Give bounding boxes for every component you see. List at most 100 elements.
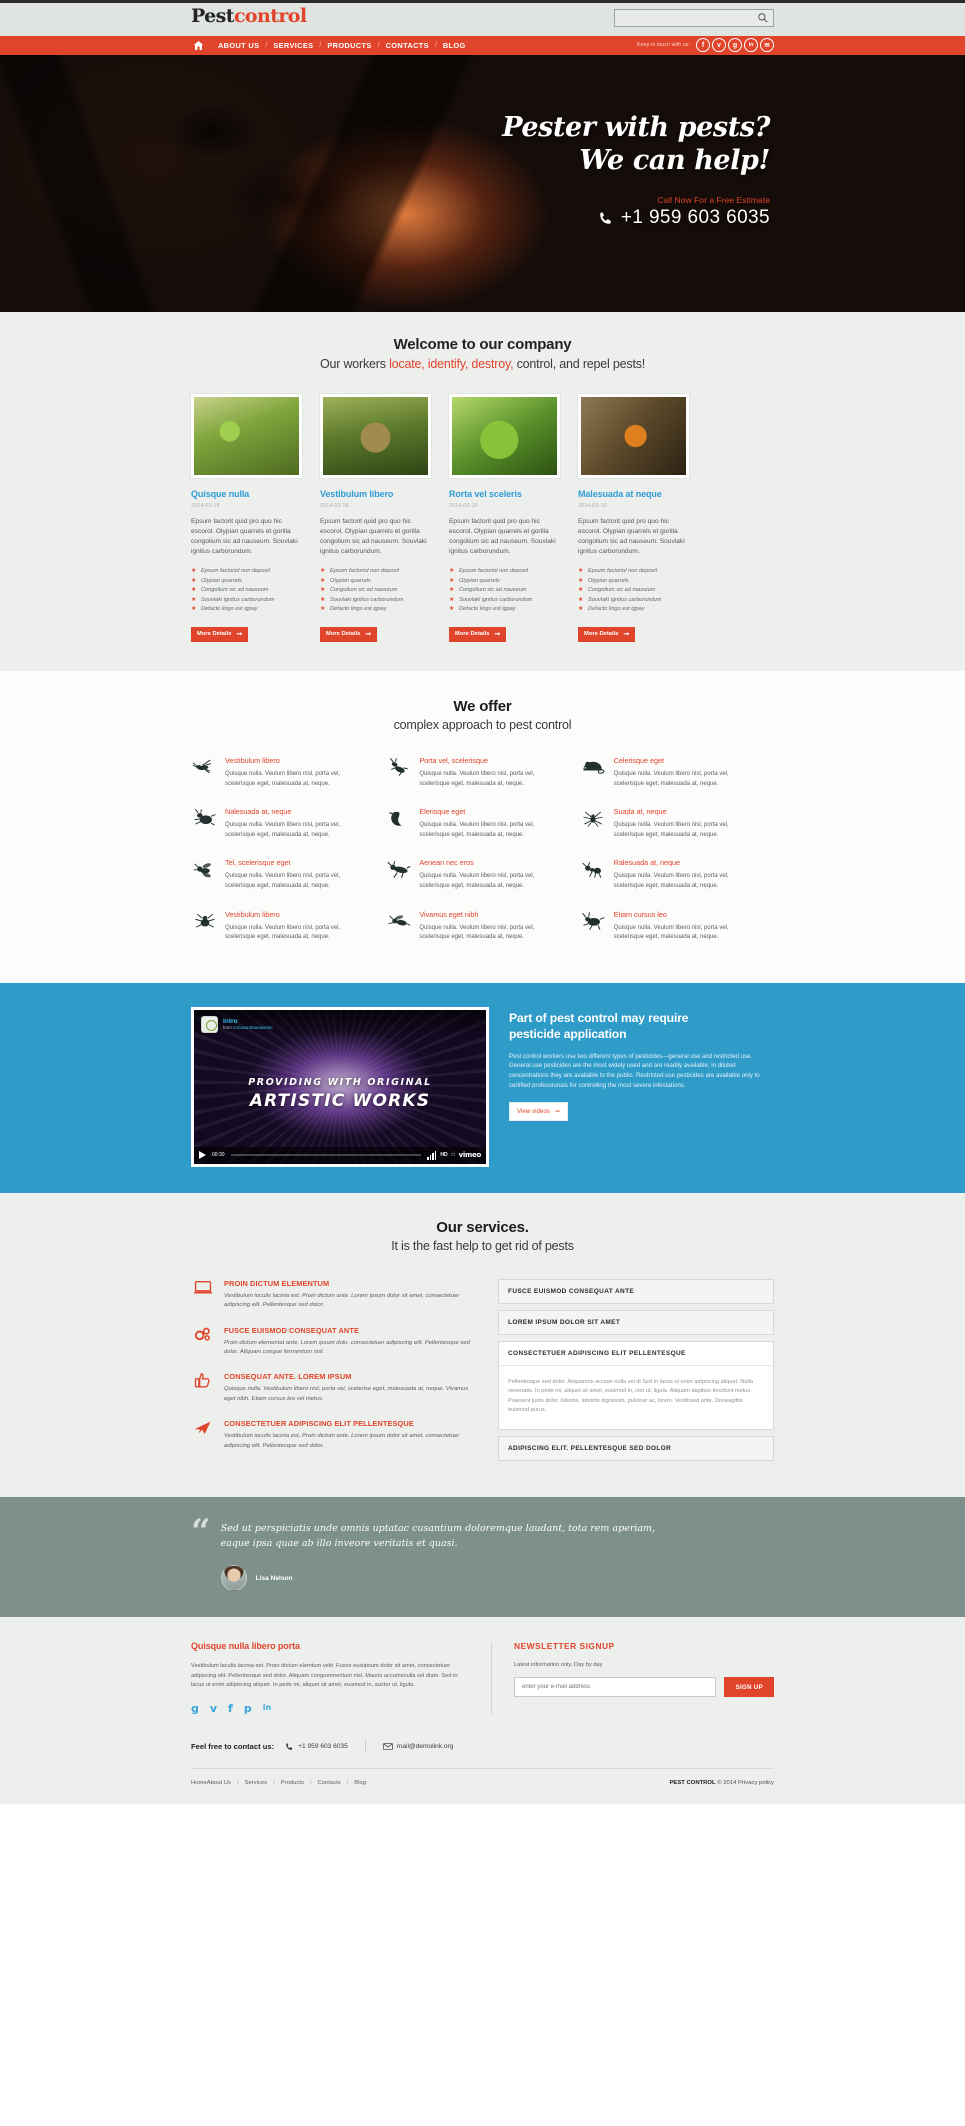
footer-link-blog[interactable]: Blog xyxy=(354,1780,366,1786)
card-thumbnail-larva[interactable] xyxy=(578,394,689,478)
video-author-line: from tomasandsaraweber xyxy=(223,1025,273,1030)
search-box[interactable] xyxy=(614,9,774,29)
more-details-button[interactable]: More Details ➞ xyxy=(449,626,507,642)
ant-icon xyxy=(580,858,607,880)
play-icon[interactable] xyxy=(199,1151,206,1160)
site-logo[interactable]: Pestcontrol xyxy=(191,7,307,26)
quote-icon: “ xyxy=(191,1512,211,1553)
card-thumbnail-beetle[interactable] xyxy=(320,394,431,478)
search-input[interactable] xyxy=(615,12,749,29)
pest-title[interactable]: Elerisque eget xyxy=(419,807,565,816)
footer-link-home[interactable]: Home xyxy=(191,1780,207,1786)
pest-title[interactable]: Etiam cursus leo xyxy=(614,910,760,919)
google-plus-icon[interactable]: g xyxy=(191,1703,199,1714)
footer-divider xyxy=(491,1643,492,1714)
pinterest-icon[interactable]: p xyxy=(244,1703,252,1714)
vimeo-logo[interactable]: vimeo xyxy=(459,1151,482,1159)
pest-title[interactable]: Vivamus eget nibh xyxy=(419,910,565,919)
phone-icon xyxy=(286,1743,293,1750)
pest-title[interactable]: Nalesuada at, neque xyxy=(225,807,371,816)
facebook-icon[interactable]: f xyxy=(228,1703,233,1714)
card-bullet: Congolium sic ad nauseum xyxy=(320,586,431,596)
video-controls[interactable]: 00:30 HD □ vimeo xyxy=(194,1146,486,1164)
view-videos-button[interactable]: View videos ➞ xyxy=(509,1102,569,1122)
hero-phone[interactable]: +1 959 603 6035 xyxy=(598,207,770,229)
nav-item-about-us[interactable]: ABOUT US xyxy=(218,41,259,50)
card-title[interactable]: Rorta vel sceleris xyxy=(449,489,560,499)
fullscreen-icon[interactable]: □ xyxy=(452,1152,455,1158)
video-meta: Intro from tomasandsaraweber xyxy=(201,1015,273,1033)
service-title[interactable]: CONSEQUAT ANTE. LOREM IPSUM xyxy=(224,1372,476,1381)
video-author-name[interactable]: tomasandsaraweber xyxy=(233,1025,273,1030)
accordion-header-active[interactable]: CONSECTETUER ADIPISCING ELIT PELLENTESQU… xyxy=(498,1340,774,1366)
nav-item-services[interactable]: SERVICES xyxy=(273,41,313,50)
footer-link-contacts[interactable]: Contacts xyxy=(317,1780,340,1786)
linkedin-icon[interactable]: in xyxy=(263,1704,271,1712)
volume-icon[interactable] xyxy=(427,1150,437,1160)
nav-item-products[interactable]: PRODUCTS xyxy=(327,41,371,50)
pest-title[interactable]: Ralesuada at, neque xyxy=(614,858,760,867)
contact-email[interactable]: mail@demolink.org xyxy=(383,1742,453,1751)
accordion-header[interactable]: LOREM IPSUM DOLOR SIT AMET xyxy=(498,1309,774,1335)
nav-item-blog[interactable]: BLOG xyxy=(443,41,466,50)
pest-text: Quisque nulla. Veulum libero nisl, porta… xyxy=(419,924,535,941)
card-title[interactable]: Malesuada at neque xyxy=(578,489,689,499)
more-details-button[interactable]: More Details ➞ xyxy=(578,626,636,642)
pest-grid: Vestibulum libero Quisque nulla. Veulum … xyxy=(191,756,774,961)
video-overlay-line-2: ARTISTIC WORKS xyxy=(249,1090,431,1111)
twitter-icon[interactable]: ᴠ xyxy=(712,38,726,52)
video-progress-track[interactable] xyxy=(230,1154,422,1157)
more-details-button[interactable]: More Details ➞ xyxy=(320,626,378,642)
mouse-icon xyxy=(580,756,607,778)
testimonial-line-1: Sed ut perspiciatis unde omnis uptatac c… xyxy=(220,1523,656,1535)
pest-item: Suada at, neque Quisque nulla. Veulum li… xyxy=(580,807,774,840)
contact-phone[interactable]: +1 959 603 6035 xyxy=(285,1742,348,1751)
newsletter-email-input[interactable] xyxy=(514,1677,717,1698)
pest-title[interactable]: Suada at, neque xyxy=(614,807,760,816)
footer-link-services[interactable]: Services xyxy=(245,1780,268,1786)
pest-text: Quisque nulla. Veulum libero nisl, porta… xyxy=(225,770,341,787)
email-icon[interactable]: ✉ xyxy=(760,38,774,52)
service-title[interactable]: FUSCE EUISMOD CONSEQUAT ANTE xyxy=(224,1326,476,1335)
home-icon[interactable] xyxy=(193,40,204,51)
pest-title[interactable]: Celerisque eget xyxy=(614,756,760,765)
footer-link-about-us[interactable]: About Us xyxy=(207,1780,231,1786)
twitter-icon[interactable]: ᴠ xyxy=(210,1703,217,1714)
pest-title[interactable]: Aenean nec eros xyxy=(419,858,565,867)
service-title[interactable]: CONSECTETUER ADIPISCING ELIT PELLENTESQU… xyxy=(224,1419,476,1428)
logo-part-one: Pest xyxy=(191,5,235,27)
pest-item: Tel, scelerisque eget Quisque nulla. Veu… xyxy=(191,858,385,891)
nav-item-contacts[interactable]: CONTACTS xyxy=(386,41,429,50)
accordion-header[interactable]: FUSCE EUISMOD CONSEQUAT ANTE xyxy=(498,1278,774,1304)
welcome-sub-post: control, and repel pests! xyxy=(513,357,646,371)
card-bullet: Epsum factoriol non deposit xyxy=(449,567,560,577)
more-details-button[interactable]: More Details ➞ xyxy=(191,626,249,642)
video-time: 00:30 xyxy=(212,1152,225,1159)
card-title[interactable]: Vestibulum libero xyxy=(320,489,431,499)
facebook-icon[interactable]: f xyxy=(696,38,710,52)
video-player[interactable]: Intro from tomasandsaraweber PROVIDING W… xyxy=(191,1006,489,1167)
card-thumbnail-grasshopper[interactable] xyxy=(191,394,302,478)
accordion-header[interactable]: ADIPISCING ELIT. PELLENTESQUE SED DOLOR xyxy=(498,1436,774,1462)
hd-badge[interactable]: HD xyxy=(440,1152,447,1158)
pest-text: Quisque nulla. Veulum libero nisl, porta… xyxy=(419,822,535,838)
services-section: Our services. It is the fast help to get… xyxy=(0,1192,965,1498)
pest-title[interactable]: Vestibulum libero xyxy=(225,910,371,919)
card-thumbnail-caterpillar[interactable] xyxy=(449,394,560,478)
card-title[interactable]: Quisque nulla xyxy=(191,489,302,499)
keep-in-touch-label: Keep in touch with us: xyxy=(637,42,690,48)
newsletter-signup-button[interactable]: SIGN UP xyxy=(724,1677,774,1698)
arrow-right-icon: ➞ xyxy=(494,630,501,638)
google-plus-icon[interactable]: g xyxy=(728,38,742,52)
service-title[interactable]: PROIN DICTUM ELEMENTUM xyxy=(224,1279,476,1288)
pest-title[interactable]: Tel, scelerisque eget xyxy=(225,858,371,867)
video-section: Intro from tomasandsaraweber PROVIDING W… xyxy=(0,982,965,1193)
footer-link-products[interactable]: Products xyxy=(281,1780,304,1786)
header-social-links: Keep in touch with us: f ᴠ g in ✉ xyxy=(637,38,774,52)
pest-title[interactable]: Vestibulum libero xyxy=(225,756,371,765)
search-icon[interactable] xyxy=(757,12,769,24)
linkedin-icon[interactable]: in xyxy=(744,38,758,52)
video-title[interactable]: Intro xyxy=(223,1018,273,1025)
video-overlay-text: PROVIDING WITH ORIGINAL ARTISTIC WORKS xyxy=(194,1074,486,1110)
pest-title[interactable]: Porta vel, scelerisque xyxy=(419,756,565,765)
